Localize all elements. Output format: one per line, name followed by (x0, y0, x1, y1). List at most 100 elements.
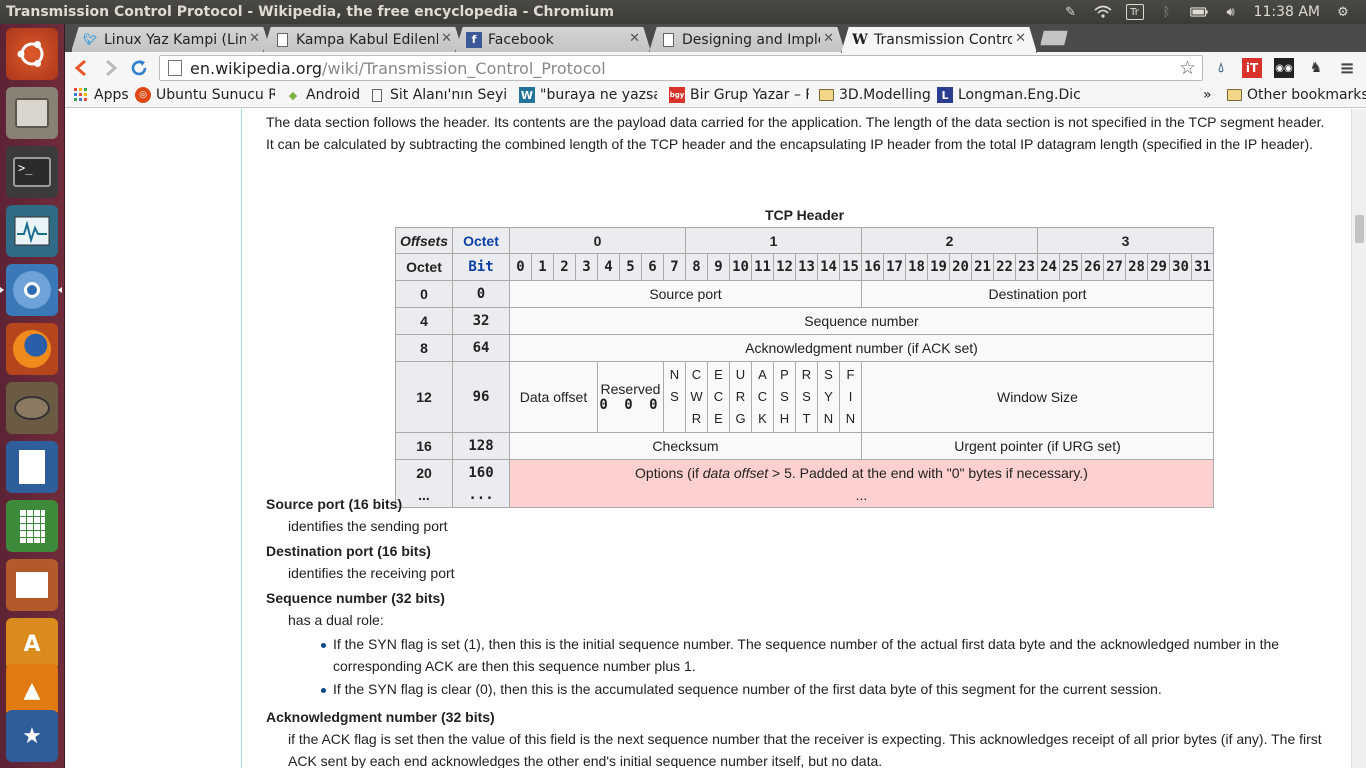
menu-icon[interactable]: ≡ (1337, 58, 1357, 79)
urgent-pointer-field: Urgent pointer (if URG set) (861, 432, 1214, 460)
address-bar[interactable]: en.wikipedia.org/wiki/Transmission_Contr… (159, 55, 1203, 81)
reload-icon (131, 60, 147, 76)
gimp-launcher[interactable] (6, 382, 58, 434)
reload-button[interactable] (127, 56, 151, 80)
bookmark-apps[interactable]: Apps (73, 87, 129, 103)
close-icon[interactable]: ✕ (1015, 31, 1026, 46)
other-bookmarks-folder[interactable]: Other bookmarks (1227, 87, 1366, 103)
row-bit: 128 (452, 432, 510, 460)
tab-transmission-control-protocol[interactable]: W Transmission Control P ✕ (841, 26, 1037, 53)
bit-number: 18 (905, 253, 928, 281)
list-item: If the SYN flag is set (1), then this is… (321, 633, 1326, 677)
stacked-apps-launcher[interactable]: ★ (6, 710, 58, 762)
unity-launcher: >_ A ▲ ★ (0, 24, 65, 768)
scrollbar-thumb[interactable] (1355, 215, 1364, 243)
bookmark-longman-dictionary[interactable]: L Longman.Eng.Dic (937, 87, 1081, 103)
bookmark-star-icon[interactable]: ☆ (1179, 57, 1196, 79)
files-launcher[interactable] (6, 87, 58, 139)
close-icon[interactable]: ✕ (249, 31, 260, 46)
translate-extension-icon[interactable]: iT (1242, 58, 1262, 78)
focused-indicator (58, 287, 62, 293)
mask-extension-icon[interactable]: ◉◉ (1274, 58, 1294, 78)
field-description: identifies the receiving port (288, 565, 455, 581)
software-center-launcher[interactable]: A (6, 618, 58, 670)
ubuntu-icon: ◎ (135, 87, 151, 103)
tab-facebook[interactable]: f Facebook ✕ (455, 26, 651, 52)
chromium-launcher[interactable] (6, 264, 58, 316)
terminal-launcher[interactable]: >_ (6, 146, 58, 198)
bit-number: 10 (729, 253, 752, 281)
bluetooth-icon[interactable]: ᛒ (1158, 4, 1176, 20)
bit-number: 3 (575, 253, 598, 281)
battery-icon[interactable] (1189, 4, 1208, 20)
drop-extension-icon[interactable]: 💧︎ (1211, 58, 1231, 78)
bookmark-buraya-ne-yazsam[interactable]: W "buraya ne yazsam (519, 87, 657, 103)
keyboard-layout-indicator[interactable]: Tr (1125, 4, 1144, 20)
edit-icon[interactable]: ✎ (1062, 4, 1080, 20)
close-icon[interactable]: ✕ (823, 31, 834, 46)
folder-icon (819, 89, 834, 101)
bookmark-sit-alani[interactable]: Sit Alanı'nın Seyir D (369, 87, 507, 103)
tcp-header-table: TCP Header Offsets Octet 0 1 2 3 Octet B… (395, 207, 1214, 508)
volume-icon[interactable]: 🔊︎ (1222, 4, 1240, 20)
row-bit: 0 (452, 280, 510, 308)
page-info-icon[interactable] (168, 60, 182, 76)
flag-bit: CWR (685, 361, 708, 433)
bit-number: 29 (1147, 253, 1170, 281)
new-tab-button[interactable] (1040, 30, 1068, 46)
bit-number: 5 (619, 253, 642, 281)
flag-bit: NS (663, 361, 686, 433)
checksum-field: Checksum (509, 432, 862, 460)
table-caption: TCP Header (764, 207, 845, 223)
bit-number: 4 (597, 253, 620, 281)
vlc-launcher[interactable]: ▲ (6, 664, 58, 716)
tab-linux-yaz-kampi[interactable]: 🐦︎ Linux Yaz Kampi (Linu ✕ (71, 26, 271, 52)
field-term: Sequence number (32 bits) (266, 590, 445, 606)
file-cabinet-icon (15, 98, 49, 128)
top-panel: Transmission Control Protocol - Wikipedi… (0, 0, 1366, 24)
close-icon[interactable]: ✕ (441, 31, 452, 46)
page-icon (660, 32, 676, 48)
clock[interactable]: 11:38 AM (1254, 4, 1320, 20)
row-bit: 32 (452, 307, 510, 335)
page-icon (274, 32, 290, 48)
dash-home-button[interactable] (6, 28, 58, 80)
field-description: has a dual role: If the SYN flag is set … (288, 609, 1326, 700)
bookmark-bir-grup-yazar[interactable]: bgy Bir Grup Yazar – Re (669, 87, 809, 103)
writer-launcher[interactable] (6, 441, 58, 493)
tab-kampa-kabul[interactable]: Kampa Kabul Edilenle ✕ (263, 26, 463, 52)
evernote-extension-icon[interactable]: ♞ (1306, 58, 1326, 78)
impress-launcher[interactable] (6, 559, 58, 611)
bit-number: 26 (1081, 253, 1104, 281)
folder-icon (1227, 89, 1242, 101)
browser-toolbar: en.wikipedia.org/wiki/Transmission_Contr… (65, 52, 1366, 84)
wifi-icon[interactable] (1094, 4, 1112, 20)
page-scrollbar[interactable] (1351, 109, 1366, 768)
twitter-icon: 🐦︎ (83, 33, 97, 46)
flag-bit: RST (795, 361, 818, 433)
reserved-field: Reserved 0 0 0 (597, 361, 664, 433)
field-description: if the ACK flag is set then the value of… (288, 731, 1322, 768)
system-monitor-launcher[interactable] (6, 205, 58, 257)
firefox-launcher[interactable] (6, 323, 58, 375)
field-term: Destination port (16 bits) (266, 543, 431, 559)
forward-button[interactable] (99, 56, 123, 80)
offsets-header: Offsets (395, 227, 453, 254)
article-body: The data section follows the header. Its… (266, 109, 1326, 155)
bookmark-ubuntu-sunucu[interactable]: ◎ Ubuntu Sunucu Re (135, 87, 275, 103)
page-viewport: The data section follows the header. Its… (65, 109, 1351, 768)
star-icon: ★ (22, 723, 42, 749)
software-center-icon: A (23, 631, 41, 657)
page-icon (369, 87, 385, 103)
close-icon[interactable]: ✕ (629, 31, 640, 46)
back-button[interactable] (69, 56, 93, 80)
row-octet: 0 (395, 280, 453, 308)
bookmarks-overflow-button[interactable]: » (1203, 87, 1212, 103)
bookmark-android[interactable]: ◆ Android (285, 87, 360, 103)
calc-launcher[interactable] (6, 500, 58, 552)
row-octet: 16 (395, 432, 453, 460)
settings-gear-icon[interactable]: ⚙ (1334, 4, 1352, 20)
bookmark-folder-3d-modelling[interactable]: 3D.Modelling (819, 87, 931, 103)
window-size-field: Window Size (861, 361, 1214, 433)
tab-designing-and-implementing[interactable]: Designing and Implem ✕ (649, 26, 845, 52)
